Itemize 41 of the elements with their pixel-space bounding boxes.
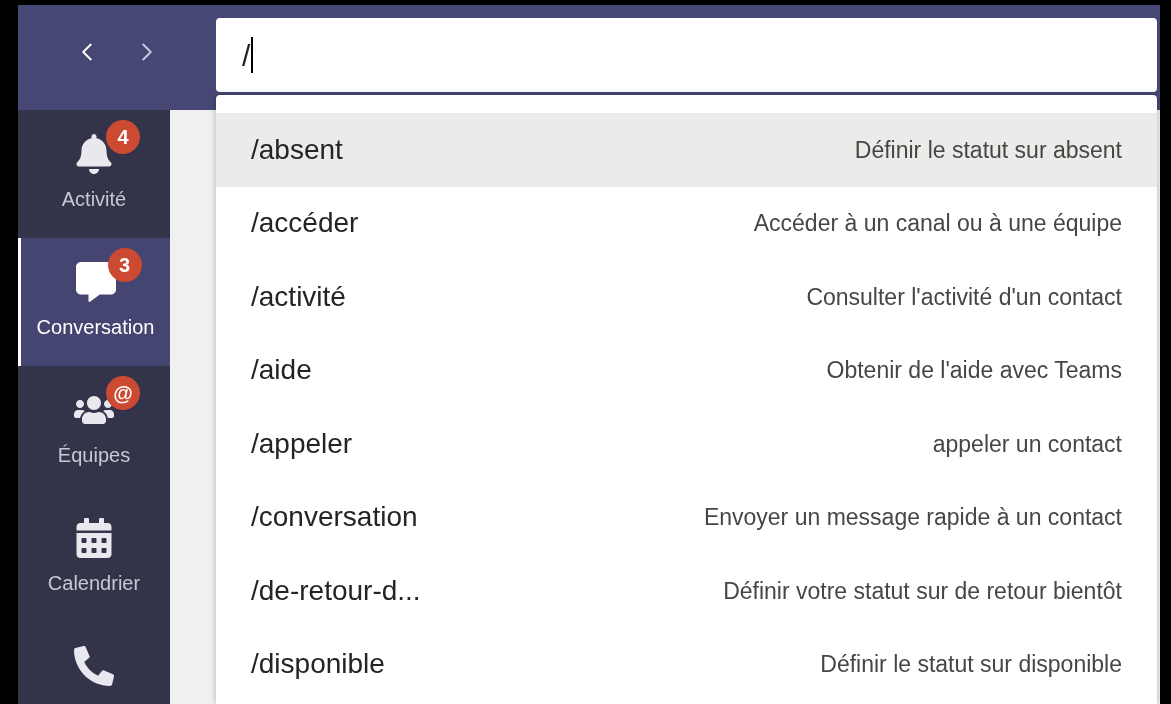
command-name: /aide: [251, 353, 312, 388]
command-description: appeler un contact: [932, 429, 1122, 459]
command-name: /activité: [251, 279, 346, 314]
text-cursor-icon: [251, 37, 254, 73]
bell-icon: [74, 134, 114, 174]
command-name: /conversation: [251, 500, 418, 535]
command-item[interactable]: /absent Définir le statut sur absent: [216, 113, 1157, 187]
command-description: Définir le statut sur disponible: [820, 650, 1122, 679]
notification-badge: 3: [107, 248, 142, 282]
sidebar-item[interactable]: 3 Conversation: [18, 238, 170, 366]
sidebar-item[interactable]: Calendrier: [18, 494, 170, 622]
sidebar-label: Activité: [61, 187, 127, 212]
command-item[interactable]: /aide Obtenir de l'aide avec Teams: [216, 333, 1157, 407]
command-item[interactable]: /disponible Définir le statut sur disponible: [216, 627, 1157, 701]
sidebar-item[interactable]: 4 Activité: [18, 110, 170, 238]
command-description: Obtenir de l'aide avec Teams: [826, 356, 1122, 385]
notification-badge: 4: [106, 120, 140, 154]
command-item[interactable]: /de-retour-d... Définir votre statut sur de retour bientôt: [216, 554, 1157, 628]
notification-badge: @: [106, 376, 140, 410]
command-field[interactable]: /: [216, 18, 1157, 92]
command-name: /disponible: [251, 647, 385, 682]
sidebar-label: Équipes: [57, 443, 131, 468]
command-name: /absent: [251, 132, 343, 167]
command-name: /de-retour-d...: [251, 573, 421, 608]
command-item[interactable]: /activité Consulter l'activité d'un contact: [216, 260, 1157, 334]
command-description: Accéder à un canal ou à une équipe: [753, 209, 1122, 238]
phone-icon: [74, 646, 114, 686]
sidebar-label: Calendrier: [47, 571, 141, 596]
command-item[interactable]: /conversation Envoyer un message rapide à un contact: [216, 480, 1157, 554]
chat-bubble-icon: [75, 262, 116, 302]
command-item[interactable]: /appeler appeler un contact: [216, 407, 1157, 481]
sidebar-label: Conversation: [36, 315, 155, 340]
sidebar-item[interactable]: @ Équipes: [18, 366, 170, 494]
command-name: /accéder: [251, 206, 359, 241]
command-description: Envoyer un message rapide à un contact: [703, 503, 1122, 532]
command-description: Définir le statut sur absent: [854, 135, 1122, 165]
calendar-icon: [74, 518, 114, 558]
command-description: Consulter l'activité d'un contact: [806, 282, 1122, 312]
command-description: Définir votre statut sur de retour bientôt: [723, 576, 1122, 606]
command-item[interactable]: /accéder Accéder à un canal ou à une équipe: [216, 186, 1157, 260]
command-name: /appeler: [251, 426, 353, 461]
